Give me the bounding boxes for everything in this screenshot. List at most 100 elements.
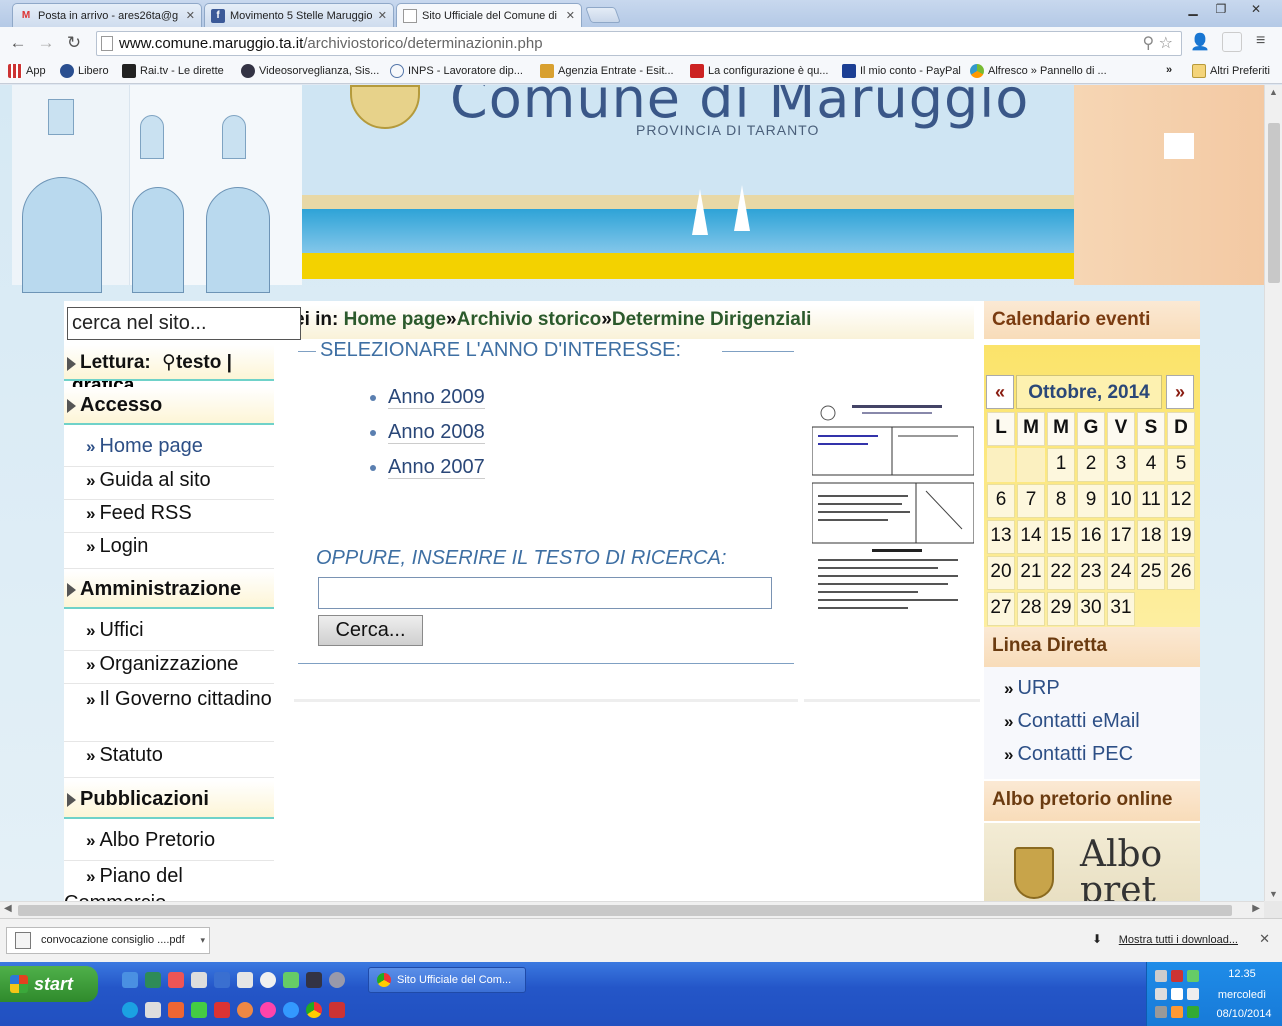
menu-item-guida[interactable]: » Guida al sito — [64, 467, 274, 500]
calendar-day[interactable]: 3 — [1107, 448, 1135, 482]
app-icon[interactable] — [168, 1002, 184, 1018]
forward-icon[interactable]: → — [34, 32, 58, 54]
address-bar[interactable]: www.comune.maruggio.ta.it/archiviostoric… — [96, 31, 1182, 56]
scroll-left-icon[interactable]: ◀ — [4, 903, 12, 914]
calendar-day[interactable]: 16 — [1077, 520, 1105, 554]
calendar-day[interactable]: 19 — [1167, 520, 1195, 554]
media-icon[interactable] — [260, 972, 276, 988]
tab-gmail[interactable]: M Posta in arrivo - ares26ta@g ✕ — [12, 3, 202, 27]
calendar-day[interactable]: 25 — [1137, 556, 1165, 590]
scroll-down-icon[interactable]: ▼ — [1269, 889, 1278, 899]
dropdown-arrow-icon[interactable]: ▾ — [200, 928, 205, 953]
excel-icon[interactable] — [145, 972, 161, 988]
calendar-day[interactable]: 13 — [987, 520, 1015, 554]
menu-item-rss[interactable]: » Feed RSS — [64, 500, 274, 533]
app-icon[interactable] — [329, 1002, 345, 1018]
menu-item-governo[interactable]: » Il Governo cittadino — [64, 684, 274, 742]
link-contatti-email[interactable]: » Contatti eMail — [1004, 710, 1140, 733]
bookmark-alfresco[interactable]: Alfresco » Pannello di ... — [970, 64, 1107, 78]
horizontal-scrollbar[interactable]: ◀ ▶ — [0, 901, 1264, 918]
scroll-thumb[interactable] — [1268, 123, 1280, 283]
app-icon[interactable] — [329, 972, 345, 988]
tray-icon[interactable] — [1187, 1006, 1199, 1018]
close-icon[interactable]: ✕ — [186, 9, 195, 22]
menu-item-home[interactable]: » Home page — [64, 433, 274, 467]
calendar-day[interactable]: 4 — [1137, 448, 1165, 482]
menu-icon[interactable]: ≡ — [1256, 32, 1265, 50]
app-icon[interactable] — [237, 972, 253, 988]
site-search-input[interactable] — [67, 307, 301, 340]
volume-icon[interactable] — [1187, 988, 1199, 1000]
new-tab-button[interactable] — [585, 7, 621, 23]
vertical-scrollbar[interactable]: ▲ ▼ — [1264, 85, 1282, 901]
start-button[interactable]: start — [0, 966, 98, 1002]
bookmark-raitv[interactable]: Rai.tv - Le dirette — [122, 64, 224, 78]
extension-icon[interactable] — [1222, 32, 1242, 52]
menu-item-piano-commercio[interactable]: »Piano del Commercio — [64, 861, 274, 901]
calendar-day[interactable]: 17 — [1107, 520, 1135, 554]
tray-icon[interactable] — [1155, 1006, 1167, 1018]
tray-icon[interactable] — [1155, 988, 1167, 1000]
app-icon[interactable] — [306, 972, 322, 988]
menu-item-statuto[interactable]: » Statuto — [64, 742, 274, 778]
taskbar-chrome-window[interactable]: Sito Ufficiale del Com... — [368, 967, 526, 993]
calendar-day[interactable]: 31 — [1107, 592, 1135, 626]
calendar-day[interactable]: 6 — [987, 484, 1015, 518]
calendar-day[interactable]: 30 — [1077, 592, 1105, 626]
other-bookmarks[interactable]: Altri Preferiti — [1192, 64, 1270, 78]
close-window-icon[interactable]: ✕ — [1236, 1, 1276, 19]
show-all-downloads-link[interactable]: Mostra tutti i download... — [1119, 934, 1238, 946]
calendar-day[interactable]: 20 — [987, 556, 1015, 590]
calendar-day[interactable]: 12 — [1167, 484, 1195, 518]
calendar-day[interactable]: 29 — [1047, 592, 1075, 626]
calendar-prev-button[interactable]: « — [986, 375, 1014, 409]
menu-item-albo[interactable]: » Albo Pretorio — [64, 827, 274, 861]
tray-icon[interactable] — [1171, 988, 1183, 1000]
skype-icon[interactable] — [122, 1002, 138, 1018]
calendar-day[interactable]: 27 — [987, 592, 1015, 626]
scroll-up-icon[interactable]: ▲ — [1269, 87, 1278, 97]
tray-icon[interactable] — [1171, 970, 1183, 982]
bookmarks-overflow[interactable]: » — [1166, 64, 1172, 76]
close-icon[interactable]: ✕ — [378, 9, 387, 22]
calendar-day[interactable]: 28 — [1017, 592, 1045, 626]
calendar-day[interactable]: 5 — [1167, 448, 1195, 482]
zoom-and-star-icons[interactable]: ⚲ ☆ — [1142, 32, 1173, 55]
year-link-2007[interactable]: Anno 2007 — [366, 453, 485, 488]
bookmark-configurazione[interactable]: La configurazione è qu... — [690, 64, 828, 78]
ie-icon[interactable] — [122, 972, 138, 988]
user-icon[interactable]: 👤 — [1190, 32, 1210, 52]
close-icon[interactable]: ✕ — [566, 9, 575, 22]
tab-facebook[interactable]: f Movimento 5 Stelle Maruggio ✕ — [204, 3, 394, 27]
reading-text-link[interactable]: testo | — [176, 352, 232, 373]
word-icon[interactable] — [214, 972, 230, 988]
calendar-day[interactable]: 26 — [1167, 556, 1195, 590]
app-icon[interactable] — [168, 972, 184, 988]
reload-icon[interactable]: ↻ — [62, 32, 86, 54]
calendar-day[interactable]: 15 — [1047, 520, 1075, 554]
bookmark-libero[interactable]: Libero — [60, 64, 109, 78]
calendar-next-button[interactable]: » — [1166, 375, 1194, 409]
bookmark-videosorveglianza[interactable]: Videosorveglianza, Sis... — [241, 64, 379, 78]
scroll-thumb[interactable] — [18, 905, 1232, 916]
chrome-icon[interactable] — [306, 1002, 322, 1018]
menu-item-uffici[interactable]: » Uffici — [64, 617, 274, 651]
calendar-day[interactable]: 11 — [1137, 484, 1165, 518]
app-icon[interactable] — [237, 1002, 253, 1018]
calendar-day[interactable]: 18 — [1137, 520, 1165, 554]
download-item[interactable]: convocazione consiglio ....pdf ▾ — [6, 927, 210, 954]
bookmark-inps[interactable]: INPS - Lavoratore dip... — [390, 64, 523, 78]
calendar-day[interactable]: 14 — [1017, 520, 1045, 554]
search-button[interactable]: Cerca... — [318, 615, 423, 646]
network-icon[interactable] — [1187, 970, 1199, 982]
app-icon[interactable] — [283, 972, 299, 988]
archive-search-input[interactable] — [318, 577, 772, 609]
scroll-right-icon[interactable]: ▶ — [1252, 903, 1260, 914]
calendar-day[interactable]: 24 — [1107, 556, 1135, 590]
app-icon[interactable] — [191, 1002, 207, 1018]
calendar-day[interactable]: 7 — [1017, 484, 1045, 518]
year-link-2008[interactable]: Anno 2008 — [366, 418, 485, 453]
app-icon[interactable] — [191, 972, 207, 988]
calendar-day[interactable]: 23 — [1077, 556, 1105, 590]
bookmark-paypal[interactable]: Il mio conto - PayPal — [842, 64, 961, 78]
